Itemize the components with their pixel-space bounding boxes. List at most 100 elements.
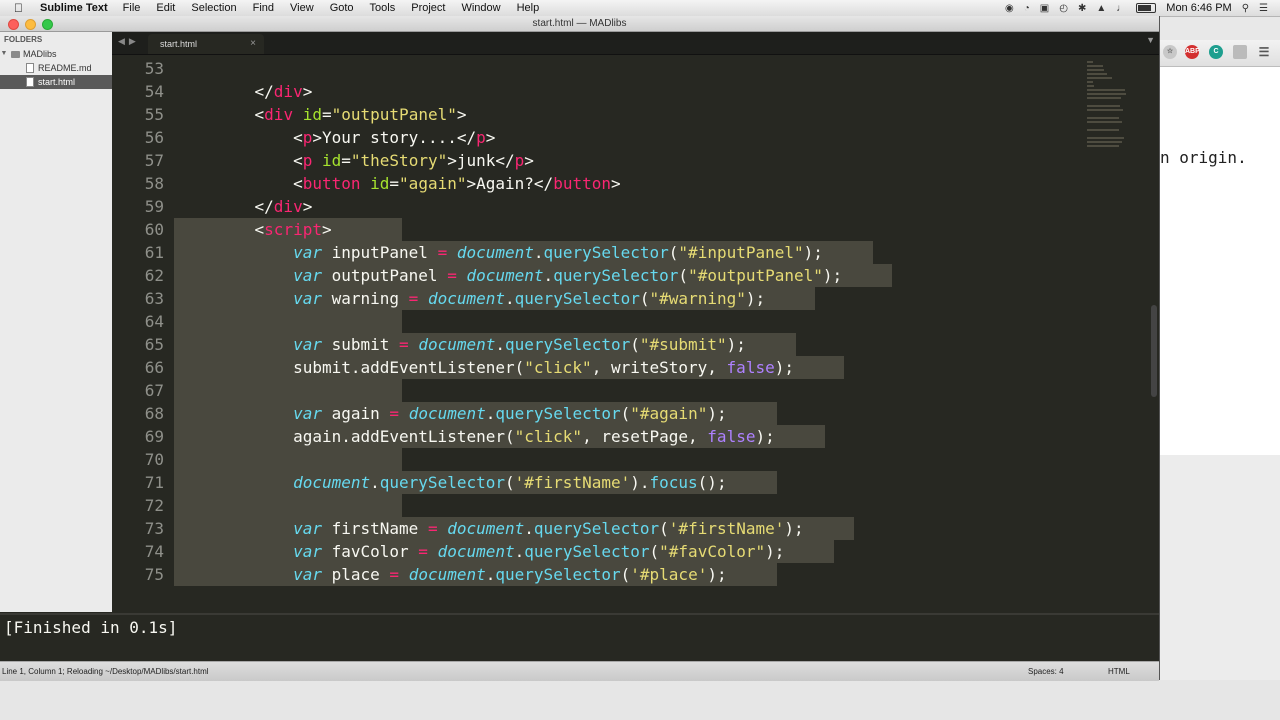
close-tab-icon[interactable]: × [250, 34, 256, 54]
menu-find[interactable]: Find [253, 2, 274, 14]
tab-label: start.html [160, 39, 198, 49]
code-line[interactable]: var warning = document.querySelector("#w… [174, 287, 816, 310]
minimap-line [1087, 61, 1093, 63]
tab-start-html[interactable]: start.html × [148, 34, 264, 54]
code-token: ( [620, 565, 631, 584]
code-line[interactable] [174, 494, 403, 517]
display-icon[interactable]: ▣ [1040, 3, 1049, 14]
menu-edit[interactable]: Edit [156, 2, 175, 14]
code-line[interactable] [174, 448, 403, 471]
close-window-icon[interactable] [8, 19, 19, 30]
sidebar-file-start-html[interactable]: start.html [0, 75, 112, 89]
menu-tools[interactable]: Tools [370, 2, 396, 14]
code-line[interactable]: <script> [174, 218, 403, 241]
line-number: 75 [144, 565, 164, 584]
wifi-icon[interactable]: ▲ [1096, 3, 1106, 14]
minimize-window-icon[interactable] [25, 19, 36, 30]
adblock-icon[interactable]: ABP [1185, 45, 1200, 59]
apple-menu-icon[interactable]:  [14, 1, 28, 15]
code-token: p [476, 128, 486, 147]
code-line[interactable]: var inputPanel = document.querySelector(… [174, 241, 873, 264]
code-token: id [370, 174, 390, 193]
code-token: "#inputPanel" [678, 243, 804, 262]
menu-view[interactable]: View [290, 2, 314, 14]
code-line[interactable]: </div> [174, 80, 313, 103]
battery-icon[interactable] [1136, 3, 1157, 13]
menu-window[interactable]: Window [461, 2, 500, 14]
menu-project[interactable]: Project [411, 2, 445, 14]
disclosure-triangle-icon[interactable]: ▼ [0, 47, 8, 61]
code-token: "#warning" [649, 289, 746, 308]
code-line[interactable]: <p id="theStory">junk</p> [174, 149, 534, 172]
minimap-line [1087, 145, 1119, 147]
code-token: ); [755, 427, 775, 446]
code-token: . [514, 542, 525, 561]
zoom-window-icon[interactable] [42, 19, 53, 30]
desktop-background-bottom [0, 680, 1280, 720]
code-token: div [264, 105, 294, 124]
code-token: = [399, 335, 409, 354]
sidebar-folder-madlibs[interactable]: ▼ MADlibs [0, 47, 112, 61]
code-line[interactable] [174, 379, 403, 402]
screen-record-icon[interactable]: ◉ [1005, 3, 1014, 14]
volume-icon[interactable]: ♩ [1116, 3, 1126, 14]
syntax-selector[interactable]: HTML [1108, 662, 1130, 681]
time-machine-icon[interactable]: ◴ [1059, 3, 1068, 14]
code-line[interactable]: var favColor = document.querySelector("#… [174, 540, 835, 563]
minimap-line [1087, 105, 1120, 107]
code-token: > [456, 105, 467, 124]
code-token: p [302, 128, 313, 147]
code-line[interactable]: var outputPanel = document.querySelector… [174, 264, 892, 287]
code-line[interactable] [174, 57, 216, 80]
code-token: > [610, 174, 621, 193]
code-token: "theStory" [350, 151, 448, 170]
extension-box-icon[interactable] [1233, 45, 1247, 59]
tab-navigation-arrows-icon[interactable]: ◀▶ [118, 36, 140, 47]
code-token: >junk</ [447, 151, 515, 170]
code-line[interactable]: var again = document.querySelector("#aga… [174, 402, 777, 425]
code-line[interactable] [174, 310, 403, 333]
code-line[interactable]: var submit = document.querySelector("#su… [174, 333, 796, 356]
spotlight-search-icon[interactable]: ⚲ [1242, 3, 1249, 14]
code-line[interactable]: <button id="again">Again?</button> [174, 172, 621, 195]
code-line[interactable]: </div> [174, 195, 313, 218]
code-token: submit [321, 335, 400, 354]
code-editor[interactable]: 53 54 55 56 57 58 59 60 61 62 63 64 65 66 67 68 69 70 71 72… [112, 55, 1159, 612]
menu-selection[interactable]: Selection [191, 2, 236, 14]
window-title-bar[interactable]: start.html — MADlibs [0, 16, 1159, 32]
minimap[interactable] [1087, 57, 1131, 237]
extension-icon[interactable]: C [1209, 45, 1223, 59]
code-line[interactable]: again.addEventListener("click", resetPag… [174, 425, 825, 448]
code-line[interactable]: var firstName = document.querySelector('… [174, 517, 854, 540]
line-number: 63 [144, 289, 164, 308]
line-number: 58 [144, 174, 164, 193]
menu-goto[interactable]: Goto [330, 2, 354, 14]
desktop-background [1159, 455, 1280, 680]
code-token: . [505, 289, 515, 308]
bookmark-star-icon[interactable]: ☆ [1163, 45, 1177, 59]
vertical-scrollbar[interactable] [1151, 305, 1157, 397]
menu-help[interactable]: Help [517, 2, 540, 14]
notification-center-icon[interactable]: ☰ [1259, 3, 1268, 14]
indentation-setting[interactable]: Spaces: 4 [1028, 662, 1064, 681]
menu-file[interactable]: File [123, 2, 141, 14]
menu-clock[interactable]: Mon 6:46 PM [1166, 2, 1231, 14]
code-line[interactable]: <div id="outputPanel"> [174, 103, 467, 126]
browser-menu-icon[interactable]: ☰ [1257, 45, 1271, 59]
status-bar: Line 1, Column 1; Reloading ~/Desktop/MA… [0, 661, 1159, 681]
sidebar-file-readme[interactable]: README.md [0, 61, 112, 75]
code-line[interactable]: var place = document.querySelector('#pla… [174, 563, 777, 586]
code-line[interactable]: document.querySelector('#firstName').foc… [174, 471, 777, 494]
app-menu[interactable]: Sublime Text [40, 2, 108, 14]
tab-overflow-menu-icon[interactable]: ▼ [1146, 35, 1155, 45]
minimap-line [1087, 121, 1122, 123]
code-line[interactable]: <p>Your story....</p> [174, 126, 495, 149]
code-token: p [514, 151, 525, 170]
code-line[interactable]: submit.addEventListener("click", writeSt… [174, 356, 844, 379]
code-token: (); [697, 473, 727, 492]
bluetooth-icon[interactable]: ✱ [1078, 3, 1086, 14]
sync-icon[interactable]: ◔ [1024, 3, 1030, 14]
